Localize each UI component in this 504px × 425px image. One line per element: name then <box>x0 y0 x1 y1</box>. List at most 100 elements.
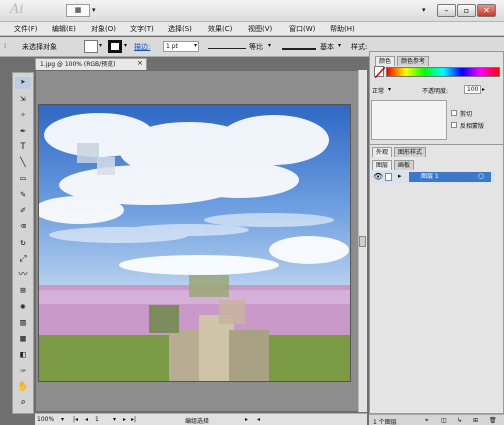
layer-count: 1 个图层 <box>373 419 397 425</box>
layer-target-icon[interactable]: ○ <box>478 172 484 180</box>
stroke-dropdown-icon[interactable]: ▾ <box>124 42 127 49</box>
tab-layers[interactable]: 图层 <box>372 160 393 170</box>
stroke-profile-preview <box>208 48 246 49</box>
arrange-documents-icon: ▦ <box>74 6 82 14</box>
none-slash-icon <box>374 66 386 79</box>
tab-artboards[interactable]: 画板 <box>394 160 415 170</box>
tab-graphic-styles[interactable]: 图形样式 <box>394 147 427 157</box>
invert-mask-label: 反相蒙版 <box>460 123 485 130</box>
page-dropdown-icon[interactable]: ▾ <box>113 416 116 423</box>
control-grip-icon: ⁞ <box>4 42 7 50</box>
profile-label[interactable]: 等比 <box>249 42 263 52</box>
next-page-icon[interactable]: ▸ <box>123 416 126 423</box>
profile-dropdown-icon[interactable]: ▾ <box>268 42 271 49</box>
restore-button[interactable]: ▫ <box>457 4 476 17</box>
prev-page-icon[interactable]: ◂ <box>85 416 88 423</box>
menu-effect[interactable]: 效果(C) <box>208 24 232 34</box>
lock-toggle-icon[interactable] <box>385 173 392 181</box>
eyedropper-tool-icon[interactable]: ✑ <box>15 365 31 377</box>
clip-checkbox[interactable] <box>451 110 457 116</box>
line-tool-icon[interactable]: ╲ <box>15 157 31 169</box>
locate-object-icon[interactable]: ⌖ <box>425 417 428 425</box>
none-color-swatch[interactable] <box>374 66 386 79</box>
minimize-icon: – <box>444 6 449 15</box>
opacity-dropdown-icon[interactable]: ▸ <box>482 86 485 93</box>
fill-swatch[interactable] <box>84 40 98 53</box>
eraser-tool-icon[interactable]: ⌫ <box>15 221 31 233</box>
restore-icon: ▫ <box>463 6 470 15</box>
magic-wand-tool-icon[interactable]: ✧ <box>15 109 31 121</box>
last-page-icon[interactable]: ▸| <box>131 416 136 423</box>
close-document-icon[interactable]: × <box>137 59 143 67</box>
pencil-tool-icon[interactable]: ✐ <box>15 205 31 217</box>
expand-triangle-icon[interactable]: ▸ <box>398 172 402 180</box>
menu-window[interactable]: 窗口(W) <box>289 24 315 34</box>
new-layer-icon[interactable]: ⊞ <box>473 417 478 424</box>
rectangle-tool-icon[interactable]: ▭ <box>15 173 31 185</box>
close-icon: ✕ <box>483 6 490 15</box>
brush-preview <box>282 48 316 50</box>
pen-tool-icon[interactable]: ✒ <box>15 125 31 137</box>
vertical-scroll-thumb[interactable] <box>359 236 366 247</box>
workspace-dropdown[interactable]: ▾ <box>422 6 426 14</box>
menu-type[interactable]: 文字(T) <box>130 24 154 34</box>
zoom-tool-icon[interactable]: ⌕ <box>15 397 31 409</box>
free-transform-tool-icon[interactable]: ⊞ <box>15 285 31 297</box>
menu-view[interactable]: 视图(V) <box>248 24 272 34</box>
page-number[interactable]: 1 <box>95 416 99 423</box>
visibility-eye-icon[interactable]: 👁 <box>373 172 383 181</box>
title-bar: Ai ▦ ▾ ▾ – ▫ ✕ <box>0 0 504 22</box>
brush-label[interactable]: 基本 <box>320 42 334 52</box>
opacity-field[interactable]: 100 <box>464 85 482 94</box>
style-label[interactable]: 样式: <box>351 42 367 52</box>
mesh-tool-icon[interactable]: ▦ <box>15 333 31 345</box>
direct-selection-tool-icon[interactable]: ⇲ <box>15 93 31 105</box>
document-tab[interactable]: 1.jpg @ 100% (RGB/预览) <box>35 58 147 70</box>
new-sublayer-icon[interactable]: ↳ <box>457 417 462 424</box>
invert-mask-checkbox[interactable] <box>451 122 457 128</box>
menu-select[interactable]: 选择(S) <box>168 24 192 34</box>
status-arrow-icon[interactable]: ▸ <box>245 416 248 423</box>
stroke-label-link[interactable]: 描边: <box>134 42 150 52</box>
close-window-button[interactable]: ✕ <box>477 4 496 17</box>
symbol-sprayer-tool-icon[interactable]: ✺ <box>15 301 31 313</box>
arrange-dropdown-icon[interactable]: ▾ <box>92 6 96 14</box>
zoom-dropdown-icon[interactable]: ▾ <box>61 416 64 423</box>
color-spectrum-bar[interactable] <box>386 67 500 77</box>
brush-dropdown-icon[interactable]: ▾ <box>338 42 341 49</box>
fill-dropdown-icon[interactable]: ▾ <box>99 42 102 49</box>
warp-tool-icon[interactable]: 〰 <box>15 269 31 281</box>
rotate-tool-icon[interactable]: ↻ <box>15 237 31 249</box>
first-page-icon[interactable]: |◂ <box>73 416 78 423</box>
menu-edit[interactable]: 编辑(E) <box>52 24 76 34</box>
status-text: 编组选择 <box>185 418 210 425</box>
menu-help[interactable]: 帮助(H) <box>330 24 355 34</box>
scale-tool-icon[interactable]: ⤢ <box>15 253 31 265</box>
stroke-swatch[interactable] <box>108 40 122 53</box>
placed-landscape-image[interactable] <box>38 104 351 382</box>
menu-object[interactable]: 对象(O) <box>91 24 116 34</box>
landscape-photo <box>39 105 350 381</box>
delete-layer-icon[interactable]: 🗑 <box>489 417 497 424</box>
selection-tool-icon[interactable]: ➤ <box>15 77 31 89</box>
tab-appearance[interactable]: 外观 <box>372 147 393 157</box>
tab-color-guide[interactable]: 颜色参考 <box>397 56 430 66</box>
paintbrush-tool-icon[interactable]: ✎ <box>15 189 31 201</box>
document-status-bar: 100% ▾ |◂ ◂ 1 ▾ ▸ ▸| 编组选择 ▸ ◂ <box>35 413 367 425</box>
minimize-button[interactable]: – <box>437 4 456 17</box>
hand-tool-icon[interactable]: ✋ <box>15 381 31 393</box>
tab-color[interactable]: 颜色 <box>375 56 396 66</box>
zoom-level[interactable]: 100% <box>37 416 54 423</box>
opacity-label: 不透明度: <box>422 88 449 95</box>
blend-mode-select[interactable]: 正常 <box>372 86 384 95</box>
blend-mode-dropdown-icon[interactable]: ▾ <box>388 86 391 93</box>
status-scroll-left-icon[interactable]: ◂ <box>257 416 260 423</box>
type-tool-icon[interactable]: T <box>15 141 31 153</box>
gradient-tool-icon[interactable]: ◧ <box>15 349 31 361</box>
arrange-documents-button[interactable]: ▦ <box>66 4 90 17</box>
stroke-weight-dropdown-icon[interactable]: ▾ <box>194 42 197 49</box>
make-clip-mask-icon[interactable]: ◫ <box>441 417 447 424</box>
menu-file[interactable]: 文件(F) <box>14 24 38 34</box>
graph-tool-icon[interactable]: ▥ <box>15 317 31 329</box>
appearance-layers-panel: 外观 图形样式 图层 画板 <box>369 144 504 414</box>
